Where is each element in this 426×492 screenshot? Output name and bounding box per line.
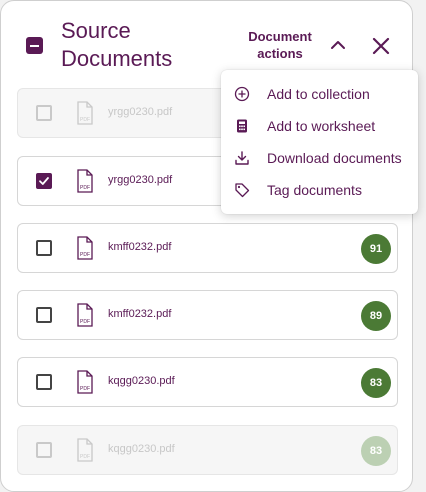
svg-text:PDF: PDF	[80, 252, 90, 258]
svg-text:PDF: PDF	[80, 386, 90, 392]
add-circle-icon	[234, 86, 250, 102]
menu-item-add-to-worksheet[interactable]: Add to worksheet	[221, 110, 418, 142]
menu-item-download-documents[interactable]: Download documents	[221, 142, 418, 174]
relevance-score-badge: 91	[361, 234, 391, 264]
document-row[interactable]: PDF kmff0232.pdf 91	[17, 223, 398, 273]
document-filename[interactable]: kqgg0230.pdf	[108, 375, 175, 387]
document-filename[interactable]: kqgg0230.pdf	[108, 443, 175, 455]
document-filename[interactable]: kmff0232.pdf	[108, 308, 171, 320]
document-filename[interactable]: yrgg0230.pdf	[108, 106, 172, 118]
pdf-file-icon: PDF	[77, 370, 93, 394]
pdf-file-icon: PDF	[77, 236, 93, 260]
row-checkbox[interactable]	[36, 105, 52, 121]
pdf-file-icon: PDF	[77, 438, 93, 462]
relevance-score-badge: 83	[361, 436, 391, 466]
pdf-file-icon: PDF	[77, 303, 93, 327]
svg-text:PDF: PDF	[80, 185, 90, 191]
worksheet-icon	[237, 119, 247, 133]
document-actions-button[interactable]: Document actions	[245, 28, 315, 62]
document-row[interactable]: PDF kqgg0230.pdf 83	[17, 357, 398, 407]
relevance-score-badge: 89	[361, 301, 391, 331]
document-row[interactable]: PDF kmff0232.pdf 89	[17, 290, 398, 340]
close-icon[interactable]	[369, 34, 393, 58]
row-checkbox[interactable]	[36, 442, 52, 458]
pdf-file-icon: PDF	[77, 169, 93, 193]
svg-text:PDF: PDF	[80, 454, 90, 460]
row-checkbox[interactable]	[36, 240, 52, 256]
svg-text:PDF: PDF	[80, 319, 90, 325]
download-icon	[235, 151, 249, 165]
relevance-score-badge: 83	[361, 368, 391, 398]
pdf-file-icon: PDF	[77, 101, 93, 125]
tag-icon	[235, 183, 250, 198]
menu-item-label: Add to collection	[267, 86, 370, 102]
document-filename[interactable]: yrgg0230.pdf	[108, 174, 172, 186]
document-filename[interactable]: kmff0232.pdf	[108, 241, 171, 253]
row-checkbox[interactable]	[36, 307, 52, 323]
menu-item-tag-documents[interactable]: Tag documents	[221, 174, 418, 206]
checkmark-icon	[39, 177, 49, 185]
menu-item-add-to-collection[interactable]: Add to collection	[221, 78, 418, 110]
panel-header: Source Documents Document actions	[1, 1, 412, 81]
row-checkbox-checked[interactable]	[36, 173, 52, 189]
chevron-up-icon[interactable]	[327, 34, 349, 56]
row-checkbox[interactable]	[36, 374, 52, 390]
document-actions-menu: Add to collection Add to worksheet Downl…	[221, 70, 418, 214]
menu-item-label: Tag documents	[267, 182, 362, 198]
menu-item-label: Add to worksheet	[267, 118, 376, 134]
panel-title: Source Documents	[61, 18, 173, 71]
svg-text:PDF: PDF	[80, 117, 90, 123]
document-row[interactable]: PDF kqgg0230.pdf 83	[17, 425, 398, 475]
menu-item-label: Download documents	[267, 150, 402, 166]
select-all-checkbox[interactable]	[26, 37, 43, 54]
